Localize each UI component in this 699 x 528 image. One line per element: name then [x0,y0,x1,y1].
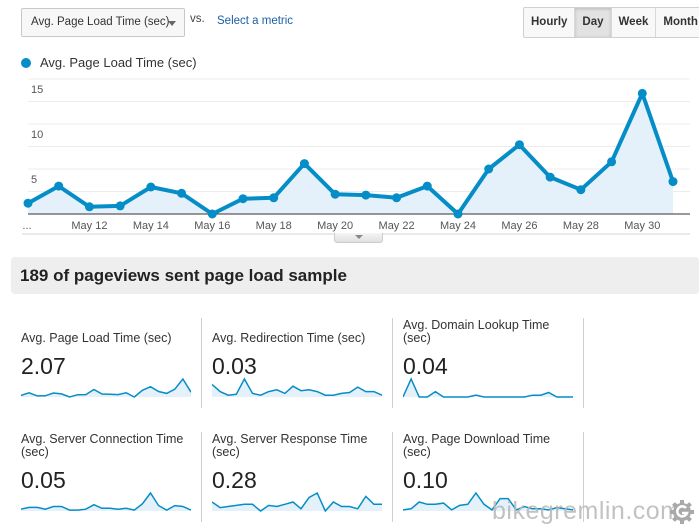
data-point [269,193,279,203]
metric-card[interactable]: Avg. Redirection Time (sec) 0.03 [202,318,393,408]
x-tick-label: May 22 [379,220,415,232]
metric-dropdown[interactable]: Avg. Page Load Time (sec) [21,8,185,37]
x-tick-label: May 30 [624,220,660,232]
metric-sparkline [21,491,191,511]
sparkline-line [21,491,191,511]
select-metric-link[interactable]: Select a metric [217,15,293,27]
x-tick-label: May 16 [194,220,230,232]
metric-sparkline [212,377,382,397]
metric-title: Avg. Server Response Time (sec) [212,432,368,459]
metric-title: Avg. Page Load Time (sec) [21,331,172,345]
metric-title: Avg. Domain Lookup Time (sec) [403,318,550,345]
data-point [299,159,309,169]
data-point [422,181,432,191]
data-point [84,202,94,212]
data-point [545,172,555,182]
range-day-button[interactable]: Day [575,8,612,37]
chevron-down-icon [168,21,176,26]
data-point [115,201,125,211]
x-tick-label: May 18 [256,220,292,232]
legend-dot-icon [21,57,31,68]
data-point [54,181,64,191]
data-point [484,164,494,174]
data-point [177,188,187,198]
range-hourly-button[interactable]: Hourly [524,8,576,37]
metric-sparkline [212,491,382,513]
metric-sparkline [21,377,191,398]
data-point [207,209,217,219]
sample-summary: 189 of pageviews sent page load sample [11,257,699,294]
metric-dropdown-value: Avg. Page Load Time (sec) [31,16,170,28]
y-tick-label: 15 [31,84,43,96]
data-point [392,193,402,203]
x-tick-label: May 14 [133,220,169,232]
x-tick-label: May 28 [563,220,599,232]
data-point [514,140,524,150]
sparkline-area [403,379,573,397]
data-point [637,88,647,98]
triangle-down-icon [355,235,363,239]
metric-sparkline [403,377,573,398]
x-tick-label: May 26 [501,220,537,232]
metric-card[interactable]: Avg. Server Connection Time (sec) 0.05 [11,432,202,522]
gear-logo-icon [670,500,694,524]
range-month-button[interactable]: Month [656,8,699,37]
data-point [238,194,248,204]
data-point [361,190,371,200]
metric-title: Avg. Page Download Time (sec) [403,432,551,459]
watermark-text: bikegremlin.com [492,497,682,525]
data-point [453,209,463,219]
data-point [23,198,33,208]
data-point [576,185,586,195]
data-point [146,182,156,192]
x-tick-label: May 20 [317,220,353,232]
legend-label: Avg. Page Load Time (sec) [40,55,197,70]
page-load-time-chart: 5 10 15... May 12 May 14 May 16 May 18 May 20 Ma… [22,78,690,235]
y-tick-label: 5 [31,174,37,186]
collapse-chart-handle[interactable] [334,233,383,243]
x-tick-label: May 12 [71,220,107,232]
metric-card[interactable]: Avg. Page Load Time (sec) 2.07 [11,318,202,408]
chart-legend: Avg. Page Load Time (sec) [21,55,197,70]
time-range-toggle: Hourly Day Week Month [523,7,699,38]
x-tick-label: May 24 [440,220,476,232]
metric-title: Avg. Redirection Time (sec) [212,331,366,345]
vs-label: vs. [190,13,205,25]
data-point [668,177,678,187]
data-point [607,157,617,167]
metric-title: Avg. Server Connection Time (sec) [21,432,184,459]
metric-card[interactable]: Avg. Server Response Time (sec) 0.28 [202,432,393,522]
data-point [330,189,340,199]
x-tick-label: ... [22,220,31,232]
y-tick-label: 10 [31,129,43,141]
metric-card[interactable]: Avg. Domain Lookup Time (sec) 0.04 [393,318,584,408]
range-week-button[interactable]: Week [612,8,657,37]
